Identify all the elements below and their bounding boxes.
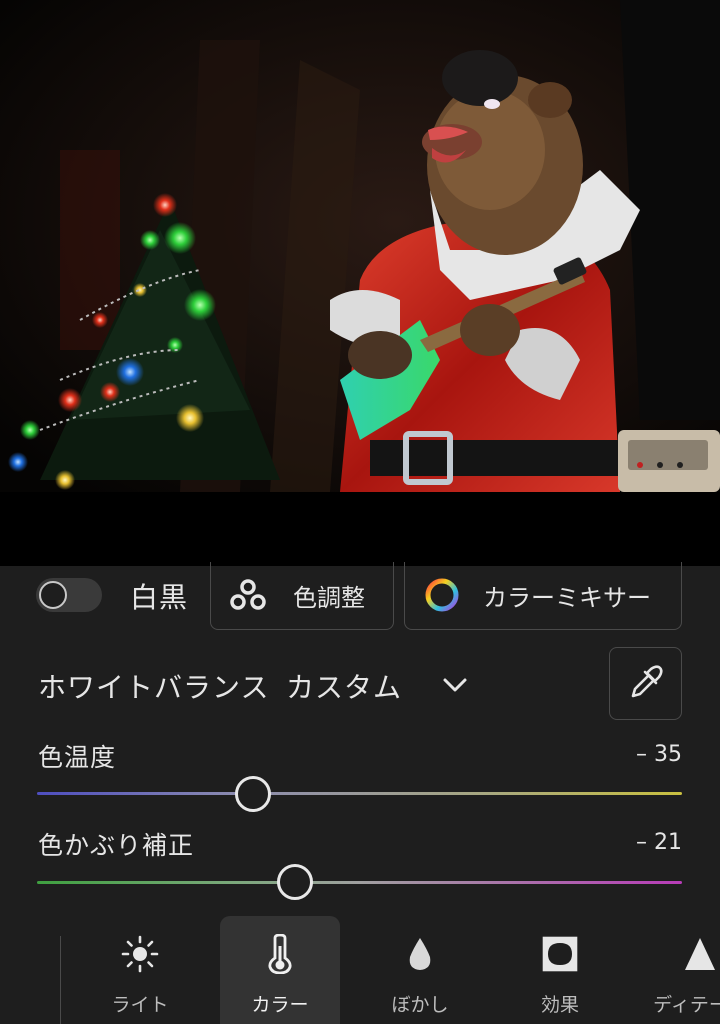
vignette-icon — [500, 934, 620, 974]
photo-canvas[interactable] — [0, 0, 720, 566]
color-grading-label: 色調整 — [293, 584, 365, 612]
tool-effects[interactable]: 効果 — [500, 916, 620, 1024]
three-circles-icon — [229, 578, 267, 616]
tint-slider-thumb[interactable] — [277, 864, 313, 900]
bw-label: 白黒 — [130, 581, 189, 614]
color-wheel-icon — [423, 576, 461, 618]
tool-color-label: カラー — [251, 994, 309, 1016]
white-balance-label: ホワイトバランス — [38, 671, 270, 704]
bw-toggle[interactable] — [36, 578, 102, 612]
white-balance-dropdown[interactable]: カスタム — [286, 666, 402, 706]
tool-blur-label: ぼかし — [391, 994, 449, 1016]
drop-icon — [360, 934, 480, 974]
photo-image — [0, 0, 720, 492]
tool-blur[interactable]: ぼかし — [360, 916, 480, 1024]
sun-icon — [80, 934, 200, 974]
tint-label: 色かぶり補正 — [38, 831, 195, 860]
tool-light-label: ライト — [111, 994, 169, 1016]
color-mixer-button[interactable]: カラーミキサー — [404, 562, 682, 630]
tool-color[interactable]: カラー — [220, 916, 340, 1024]
toolbar-divider — [60, 936, 61, 1024]
color-mixer-label: カラーミキサー — [483, 584, 651, 612]
tint-slider-track[interactable] — [37, 881, 682, 884]
toggle-knob — [39, 581, 67, 609]
eyedropper-button[interactable] — [609, 647, 682, 720]
eyedropper-icon — [627, 663, 665, 705]
tool-light[interactable]: ライト — [80, 916, 200, 1024]
thermometer-icon — [220, 934, 340, 974]
tint-value[interactable]: – 21 — [636, 830, 682, 855]
color-grading-button[interactable]: 色調整 — [210, 562, 394, 630]
triangle-icon — [640, 934, 720, 974]
temperature-slider-thumb[interactable] — [235, 776, 271, 812]
tool-detail[interactable]: ディテール — [640, 916, 720, 1024]
tool-detail-label: ディテール — [653, 994, 720, 1016]
tool-effects-label: 効果 — [540, 994, 579, 1016]
temperature-slider-track[interactable] — [37, 792, 682, 795]
temperature-value[interactable]: – 35 — [636, 742, 682, 767]
chevron-down-icon[interactable] — [440, 670, 470, 700]
temperature-label: 色温度 — [38, 743, 117, 772]
edit-toolbar: ライト カラー ぼかし 効果 ディテー — [0, 916, 720, 1024]
